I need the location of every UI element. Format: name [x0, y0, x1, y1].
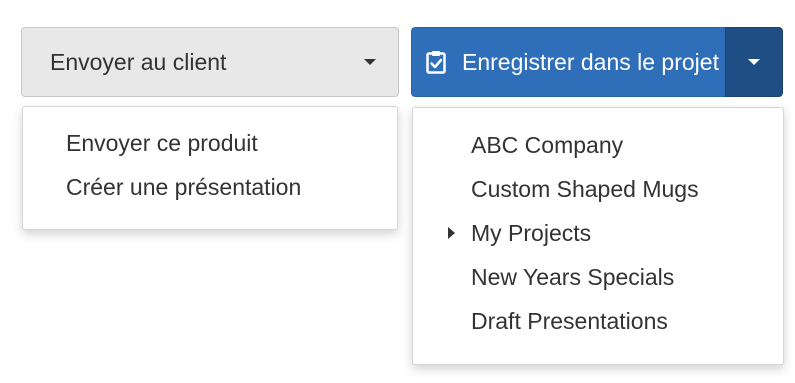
- save-to-project-split-button: Enregistrer dans le projet: [411, 27, 783, 97]
- menu-item-create-presentation[interactable]: Créer une présentation: [23, 169, 397, 213]
- send-to-client-menu: Envoyer ce produit Créer une présentatio…: [22, 106, 398, 230]
- caret-right-icon: [448, 227, 455, 239]
- clipboard-check-icon: [426, 49, 448, 75]
- send-to-client-dropdown[interactable]: Envoyer au client: [21, 27, 399, 97]
- menu-item-draft-presentations[interactable]: Draft Presentations: [413, 300, 783, 344]
- send-to-client-label: Envoyer au client: [50, 48, 227, 75]
- menu-item-my-projects-label: My Projects: [471, 220, 592, 246]
- chevron-down-icon: [364, 59, 376, 65]
- menu-item-new-years-specials[interactable]: New Years Specials: [413, 256, 783, 300]
- menu-item-abc-company[interactable]: ABC Company: [413, 124, 783, 168]
- project-list-menu: ABC Company Custom Shaped Mugs My Projec…: [412, 107, 784, 365]
- menu-item-custom-shaped-mugs[interactable]: Custom Shaped Mugs: [413, 168, 783, 212]
- save-to-project-toggle[interactable]: [725, 27, 783, 97]
- save-to-project-label: Enregistrer dans le projet: [462, 48, 719, 75]
- menu-item-my-projects[interactable]: My Projects: [413, 212, 783, 256]
- menu-item-send-product[interactable]: Envoyer ce produit: [23, 125, 397, 169]
- save-to-project-button[interactable]: Enregistrer dans le projet: [411, 27, 725, 97]
- chevron-down-icon: [748, 59, 760, 65]
